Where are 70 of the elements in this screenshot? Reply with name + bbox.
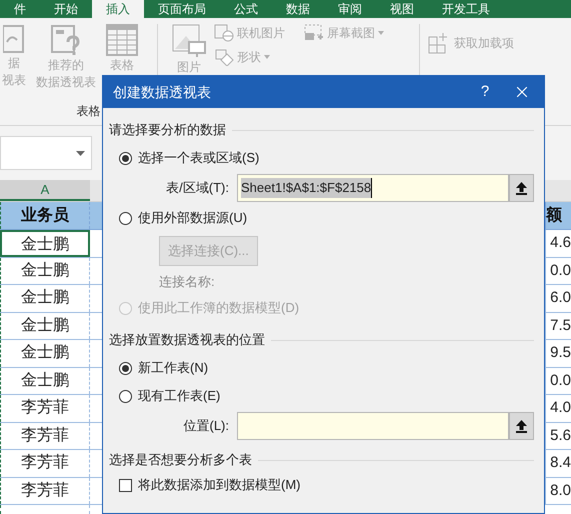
ribbon-button-label[interactable]: 视表 xyxy=(2,73,26,88)
addins-icon xyxy=(428,32,450,54)
range-field[interactable]: Sheet1!$A$1:$F$2158 xyxy=(237,174,509,202)
radio-button[interactable] xyxy=(119,212,132,224)
table-cell: 金士鹏 xyxy=(0,340,90,366)
shapes-icon xyxy=(214,48,234,66)
group-label: 表格 xyxy=(76,103,100,120)
table-header-cell: 业务员 xyxy=(0,202,90,229)
collapse-button[interactable] xyxy=(509,412,534,440)
ribbon-tab[interactable]: 页面布局 xyxy=(144,0,220,18)
range-field[interactable] xyxy=(237,412,509,440)
collapse-button[interactable] xyxy=(509,174,534,202)
select-connection-button[interactable]: 选择连接(C)... xyxy=(159,236,258,266)
table-cell: 李芳菲 xyxy=(0,478,90,504)
table-cell: 李芳菲 xyxy=(0,422,90,449)
caret-icon xyxy=(264,55,270,59)
pivot-question-icon xyxy=(51,24,81,56)
radio-label: 新工作表(N) xyxy=(138,359,208,378)
pivot-table-icon xyxy=(3,24,25,54)
range-text: Sheet1!$A$1:$F$2158 xyxy=(241,178,372,198)
radio-label: 现有工作表(E) xyxy=(138,387,220,406)
up-arrow-icon xyxy=(516,182,527,194)
ribbon-button-label[interactable]: 图片 xyxy=(177,60,201,75)
section-heading: 选择放置数据透视表的位置 xyxy=(109,331,265,350)
picture-icon xyxy=(172,24,206,58)
radio-label: 使用外部数据源(U) xyxy=(138,209,248,228)
radio-button[interactable] xyxy=(119,362,132,374)
table-cell: 李芳菲 xyxy=(0,395,90,422)
section-heading: 请选择要分析的数据 xyxy=(109,121,226,140)
table-cell: 金士鹏 xyxy=(0,285,90,312)
table-cell: 李芳菲 xyxy=(0,450,90,476)
ribbon-button-label[interactable]: 数据透视表 xyxy=(36,75,96,90)
table-cell: 金士鹏 xyxy=(0,312,90,339)
ribbon-button-label[interactable]: 屏幕截图 xyxy=(327,24,375,42)
online-picture-icon xyxy=(214,24,234,42)
ribbon-tab[interactable]: 件 xyxy=(0,0,40,18)
table-cell: 金士鹏 xyxy=(0,258,90,284)
up-arrow-icon xyxy=(516,420,527,432)
table-grid-icon xyxy=(106,24,138,56)
ribbon-button-label[interactable]: 推荐的 xyxy=(48,58,84,73)
radio-label: 选择一个表或区域(S) xyxy=(138,149,260,168)
table-cell: 金士鹏 xyxy=(0,230,90,256)
caret-icon xyxy=(378,31,384,35)
ribbon-tab[interactable]: 数据 xyxy=(272,0,324,18)
field-label: 位置(L): xyxy=(182,417,230,436)
ribbon-button-label[interactable]: 表格 xyxy=(110,58,134,73)
table-cell: 金士鹏 xyxy=(0,368,90,394)
radio-button[interactable] xyxy=(119,152,132,164)
ribbon-tab[interactable]: 开始 xyxy=(40,0,92,18)
section-heading: 选择是否想要分析多个表 xyxy=(109,451,252,470)
screenshot-icon xyxy=(304,24,324,42)
ribbon-tab[interactable]: 开发工具 xyxy=(428,0,504,18)
ribbon-tab[interactable]: 审阅 xyxy=(324,0,376,18)
column-header[interactable]: A xyxy=(0,180,90,201)
dropdown-caret-icon xyxy=(76,150,85,156)
ribbon-button-label[interactable]: 形状 xyxy=(237,48,261,66)
ribbon-button-label[interactable]: 获取加载项 xyxy=(454,34,514,52)
radio-label: 使用此工作簿的数据模型(D) xyxy=(138,299,300,318)
ribbon-tab[interactable]: 视图 xyxy=(376,0,428,18)
connection-name-label: 连接名称: xyxy=(159,273,215,292)
ribbon-tab[interactable]: 插入 xyxy=(92,0,144,18)
ribbon-button-label[interactable]: 据 xyxy=(8,56,20,71)
radio-button[interactable] xyxy=(119,390,132,402)
ribbon-button-label[interactable]: 联机图片 xyxy=(237,24,285,42)
checkbox-label: 将此数据添加到数据模型(M) xyxy=(138,476,300,494)
checkbox[interactable] xyxy=(119,478,132,492)
field-label: 表/区域(T): xyxy=(165,179,230,198)
help-button[interactable]: ? xyxy=(470,76,500,108)
dialog-title: 创建数据透视表 xyxy=(113,82,212,102)
ribbon-tab[interactable]: 公式 xyxy=(220,0,272,18)
